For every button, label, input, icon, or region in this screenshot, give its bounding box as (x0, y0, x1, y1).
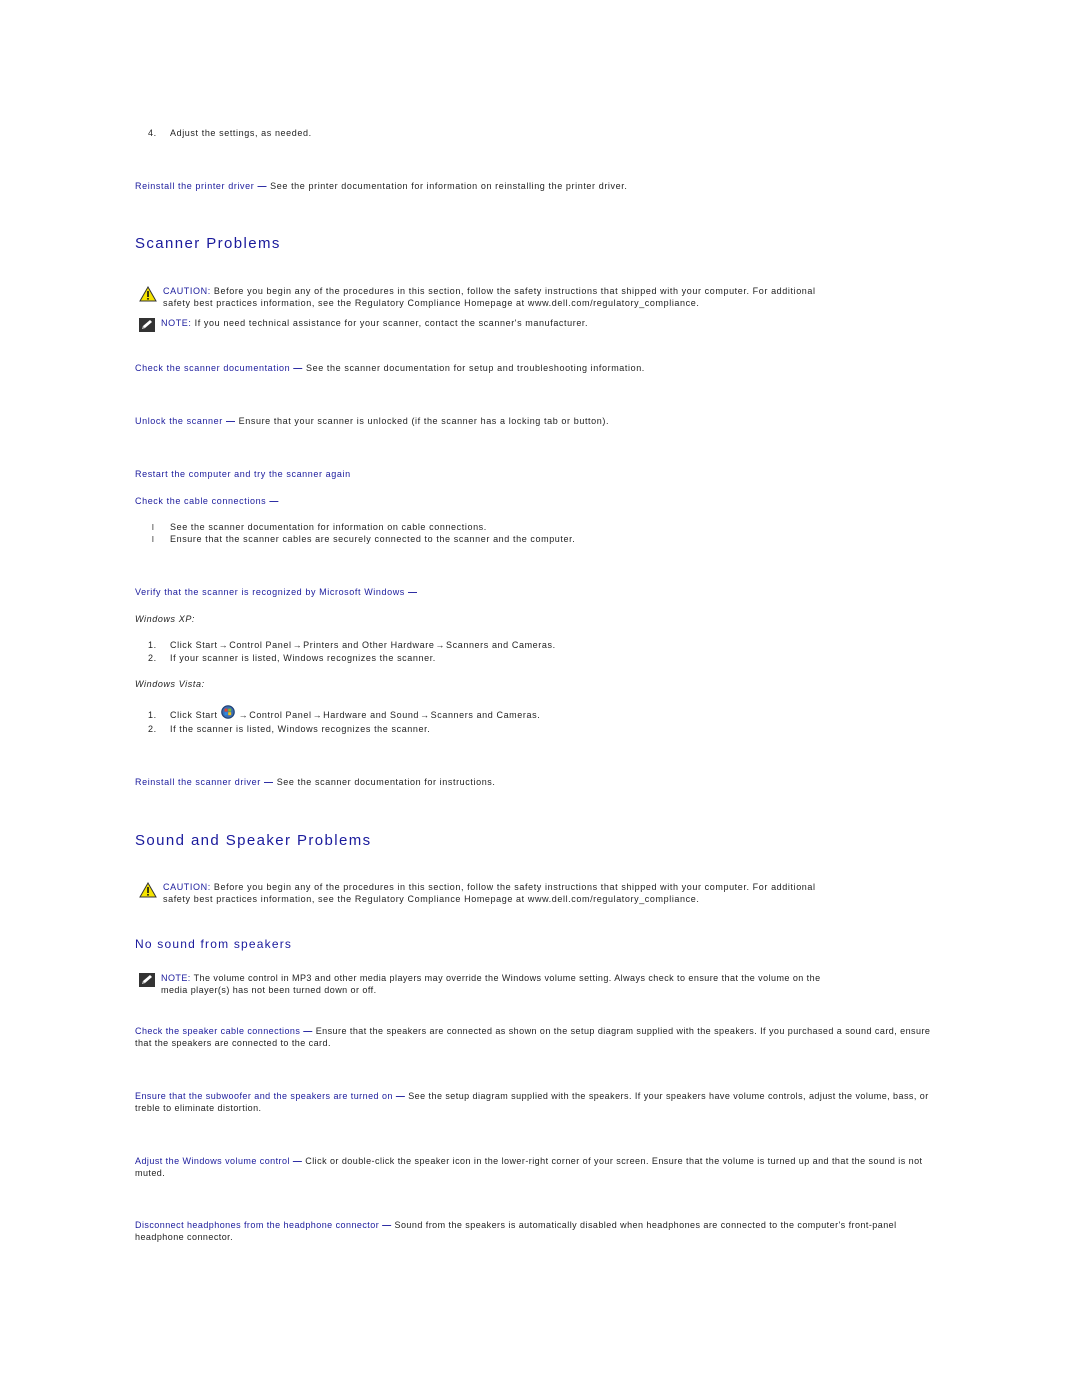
bullet-glyph: l (152, 523, 155, 532)
unlock-scanner-link[interactable]: Unlock the scanner (135, 416, 223, 426)
vista-step-2: 2. If the scanner is listed, Windows reco… (148, 724, 430, 735)
reinstall-printer-driver-link[interactable]: Reinstall the printer driver (135, 181, 254, 191)
disconnect-headphones-link[interactable]: Disconnect headphones from the headphone… (135, 1220, 379, 1230)
step-number: 1. (148, 640, 157, 650)
arrow-right-icon: → (420, 710, 430, 720)
xp-step-1: 1. Click Start→Control Panel→Printers and… (148, 640, 556, 651)
subwoofer-item: Ensure that the subwoofer and the speake… (135, 1091, 945, 1114)
scanner-note: NOTE: If you need technical assistance f… (139, 318, 588, 332)
step-part: Control Panel (229, 640, 292, 650)
windows-start-icon (220, 705, 235, 719)
step-number: 4. (148, 128, 157, 138)
headphones-item: Disconnect headphones from the headphone… (135, 1220, 945, 1243)
item-description: See the scanner documentation for setup … (306, 363, 645, 373)
note-label: NOTE: (161, 318, 192, 328)
caution-text-line2: safety best practices information, see t… (163, 893, 700, 904)
reinstall-printer-driver-item: Reinstall the printer driver — See the p… (135, 181, 627, 192)
note-pencil-icon (139, 973, 155, 987)
caution-text-line2: safety best practices information, see t… (163, 297, 700, 308)
caution-label: CAUTION: (163, 882, 211, 892)
sound-caution: CAUTION: Before you begin any of the pro… (139, 882, 816, 905)
em-dash: — (293, 363, 303, 373)
note-text: If you need technical assistance for you… (194, 318, 589, 328)
check-scanner-documentation-item: Check the scanner documentation — See th… (135, 363, 645, 374)
no-sound-subheading: No sound from speakers (135, 937, 293, 951)
em-dash: — (263, 777, 274, 787)
item-description: Ensure that your scanner is unlocked (if… (238, 416, 610, 426)
step-number: 2. (148, 724, 157, 734)
step-part: Click Start (170, 640, 218, 650)
em-dash: — (292, 1156, 303, 1166)
note-pencil-icon (139, 318, 155, 332)
unlock-scanner-item: Unlock the scanner — Ensure that your sc… (135, 416, 609, 427)
caution-text-line1: Before you begin any of the procedures i… (213, 882, 816, 892)
warning-triangle-icon (139, 882, 157, 898)
step-part: Control Panel (249, 710, 312, 720)
restart-computer-link[interactable]: Restart the computer and try the scanner… (135, 469, 351, 479)
adjust-windows-volume-link[interactable]: Adjust the Windows volume control (135, 1156, 290, 1166)
step-text: If the scanner is listed, Windows recogn… (170, 724, 431, 734)
check-cable-connections-item: Check the cable connections — (135, 496, 279, 507)
em-dash: — (303, 1026, 313, 1036)
scanner-problems-heading: Scanner Problems (135, 235, 281, 252)
arrow-right-icon: → (312, 710, 323, 720)
note-text-line1: The volume control in MP3 and other medi… (193, 973, 821, 983)
note-text-line2: media player(s) has not been turned down… (161, 984, 377, 995)
arrow-right-icon: → (292, 640, 303, 650)
em-dash: — (257, 181, 268, 191)
windows-vista-label: Windows Vista: (135, 679, 205, 689)
caution-text-line1: Before you begin any of the procedures i… (213, 286, 816, 296)
arrow-right-icon: → (238, 710, 249, 720)
step-number: 1. (148, 710, 157, 720)
step-part: Scanners and Cameras. (430, 710, 541, 720)
windows-volume-item: Adjust the Windows volume control — Clic… (135, 1156, 945, 1179)
step-4: 4. Adjust the settings, as needed. (148, 128, 312, 139)
verify-scanner-recognized-link[interactable]: Verify that the scanner is recognized by… (135, 587, 405, 597)
windows-xp-label: Windows XP: (135, 614, 196, 624)
step-part: Click Start (170, 710, 218, 720)
bullet-glyph: l (152, 535, 155, 544)
check-cable-connections-link[interactable]: Check the cable connections (135, 496, 266, 506)
bullet-text: See the scanner documentation for inform… (170, 522, 487, 532)
reinstall-scanner-driver-link[interactable]: Reinstall the scanner driver (135, 777, 261, 787)
verify-scanner-recognized-item: Verify that the scanner is recognized by… (135, 587, 418, 598)
check-speaker-cable-link[interactable]: Check the speaker cable connections (135, 1026, 300, 1036)
item-description: See the printer documentation for inform… (270, 181, 628, 191)
em-dash: — (408, 587, 418, 597)
step-number: 2. (148, 653, 157, 663)
reinstall-scanner-driver-item: Reinstall the scanner driver — See the s… (135, 777, 496, 788)
warning-triangle-icon (139, 286, 157, 302)
restart-computer-item: Restart the computer and try the scanner… (135, 469, 351, 480)
step-text: If your scanner is listed, Windows recog… (170, 653, 436, 663)
step-part: Hardware and Sound (323, 710, 420, 720)
cable-bullet-2: l Ensure that the scanner cables are secu… (152, 534, 575, 545)
caution-label: CAUTION: (163, 286, 211, 296)
step-part: Scanners and Cameras. (446, 640, 556, 650)
speaker-cable-item: Check the speaker cable connections — En… (135, 1026, 945, 1049)
vista-step-1: 1. Click Start →Control Panel→Hardware an… (148, 705, 541, 721)
sound-note: NOTE: The volume control in MP3 and othe… (139, 973, 821, 996)
arrow-right-icon: → (218, 640, 229, 650)
note-label: NOTE: (161, 973, 191, 983)
check-scanner-documentation-link[interactable]: Check the scanner documentation (135, 363, 290, 373)
em-dash: — (269, 496, 279, 506)
subwoofer-speakers-on-link[interactable]: Ensure that the subwoofer and the speake… (135, 1091, 393, 1101)
item-description: See the scanner documentation for instru… (276, 777, 496, 787)
em-dash: — (395, 1091, 406, 1101)
scanner-caution: CAUTION: Before you begin any of the pro… (139, 286, 816, 309)
em-dash: — (225, 416, 236, 426)
bullet-text: Ensure that the scanner cables are secur… (170, 534, 576, 544)
step-text: Adjust the settings, as needed. (170, 128, 312, 138)
em-dash: — (382, 1220, 392, 1230)
arrow-right-icon: → (435, 640, 446, 650)
step-part: Printers and Other Hardware (303, 640, 435, 650)
sound-speaker-problems-heading: Sound and Speaker Problems (135, 832, 372, 849)
cable-bullet-1: l See the scanner documentation for infor… (152, 522, 487, 533)
xp-step-2: 2. If your scanner is listed, Windows rec… (148, 653, 436, 664)
